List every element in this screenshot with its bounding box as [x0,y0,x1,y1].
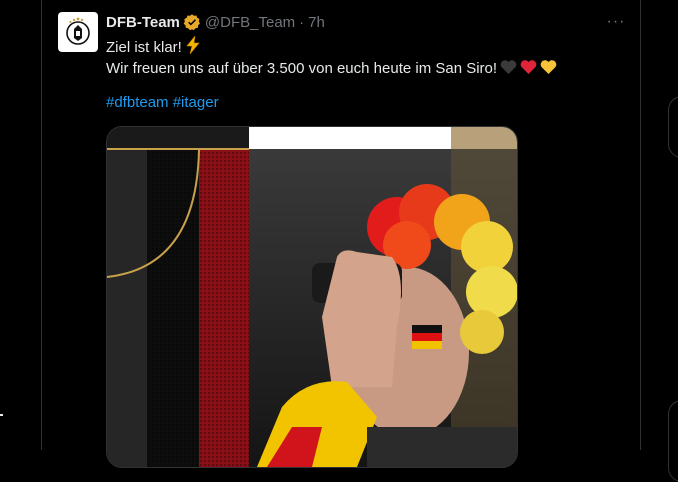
sidebar-widget [668,96,678,158]
tweet-media-image[interactable] [106,126,518,468]
red-heart-icon [520,60,537,74]
display-name[interactable]: DFB-Team [106,14,180,31]
handle[interactable]: @DFB_Team [205,14,295,31]
separator: · [299,13,305,31]
timestamp[interactable]: 7h [308,14,325,31]
tweet-header: DFB-Team @DFB_Team · 7h [106,12,325,32]
hashtag-itager[interactable]: #itager [173,94,219,111]
lightning-emoji-icon [186,36,200,54]
tweet[interactable]: DFB-Team @DFB_Team · 7h ··· Ziel ist kla… [42,0,640,468]
edge-marker [0,414,3,416]
tweet-line-2: Wir freuen uns auf über 3.500 von euch h… [106,58,626,79]
fan-photo [107,127,517,467]
timeline-right-border [640,0,641,450]
tweet-line-1-text: Ziel ist klar! [106,39,182,56]
sidebar-widget-lower [668,400,678,482]
avatar[interactable] [58,12,98,52]
tweet-line-2-text: Wir freuen uns auf über 3.500 von euch h… [106,60,498,77]
hashtags: #dfbteam #itager [106,94,219,111]
tweet-text: Ziel ist klar! Wir freuen uns auf über 3… [106,36,626,79]
yellow-heart-icon [540,60,557,74]
more-icon[interactable]: ··· [606,12,626,32]
dfb-logo-icon [66,17,90,45]
tweet-line-1: Ziel ist klar! [106,36,626,58]
black-heart-icon [500,60,517,74]
hashtag-dfbteam[interactable]: #dfbteam [106,94,169,111]
verified-badge-icon[interactable] [183,13,201,31]
